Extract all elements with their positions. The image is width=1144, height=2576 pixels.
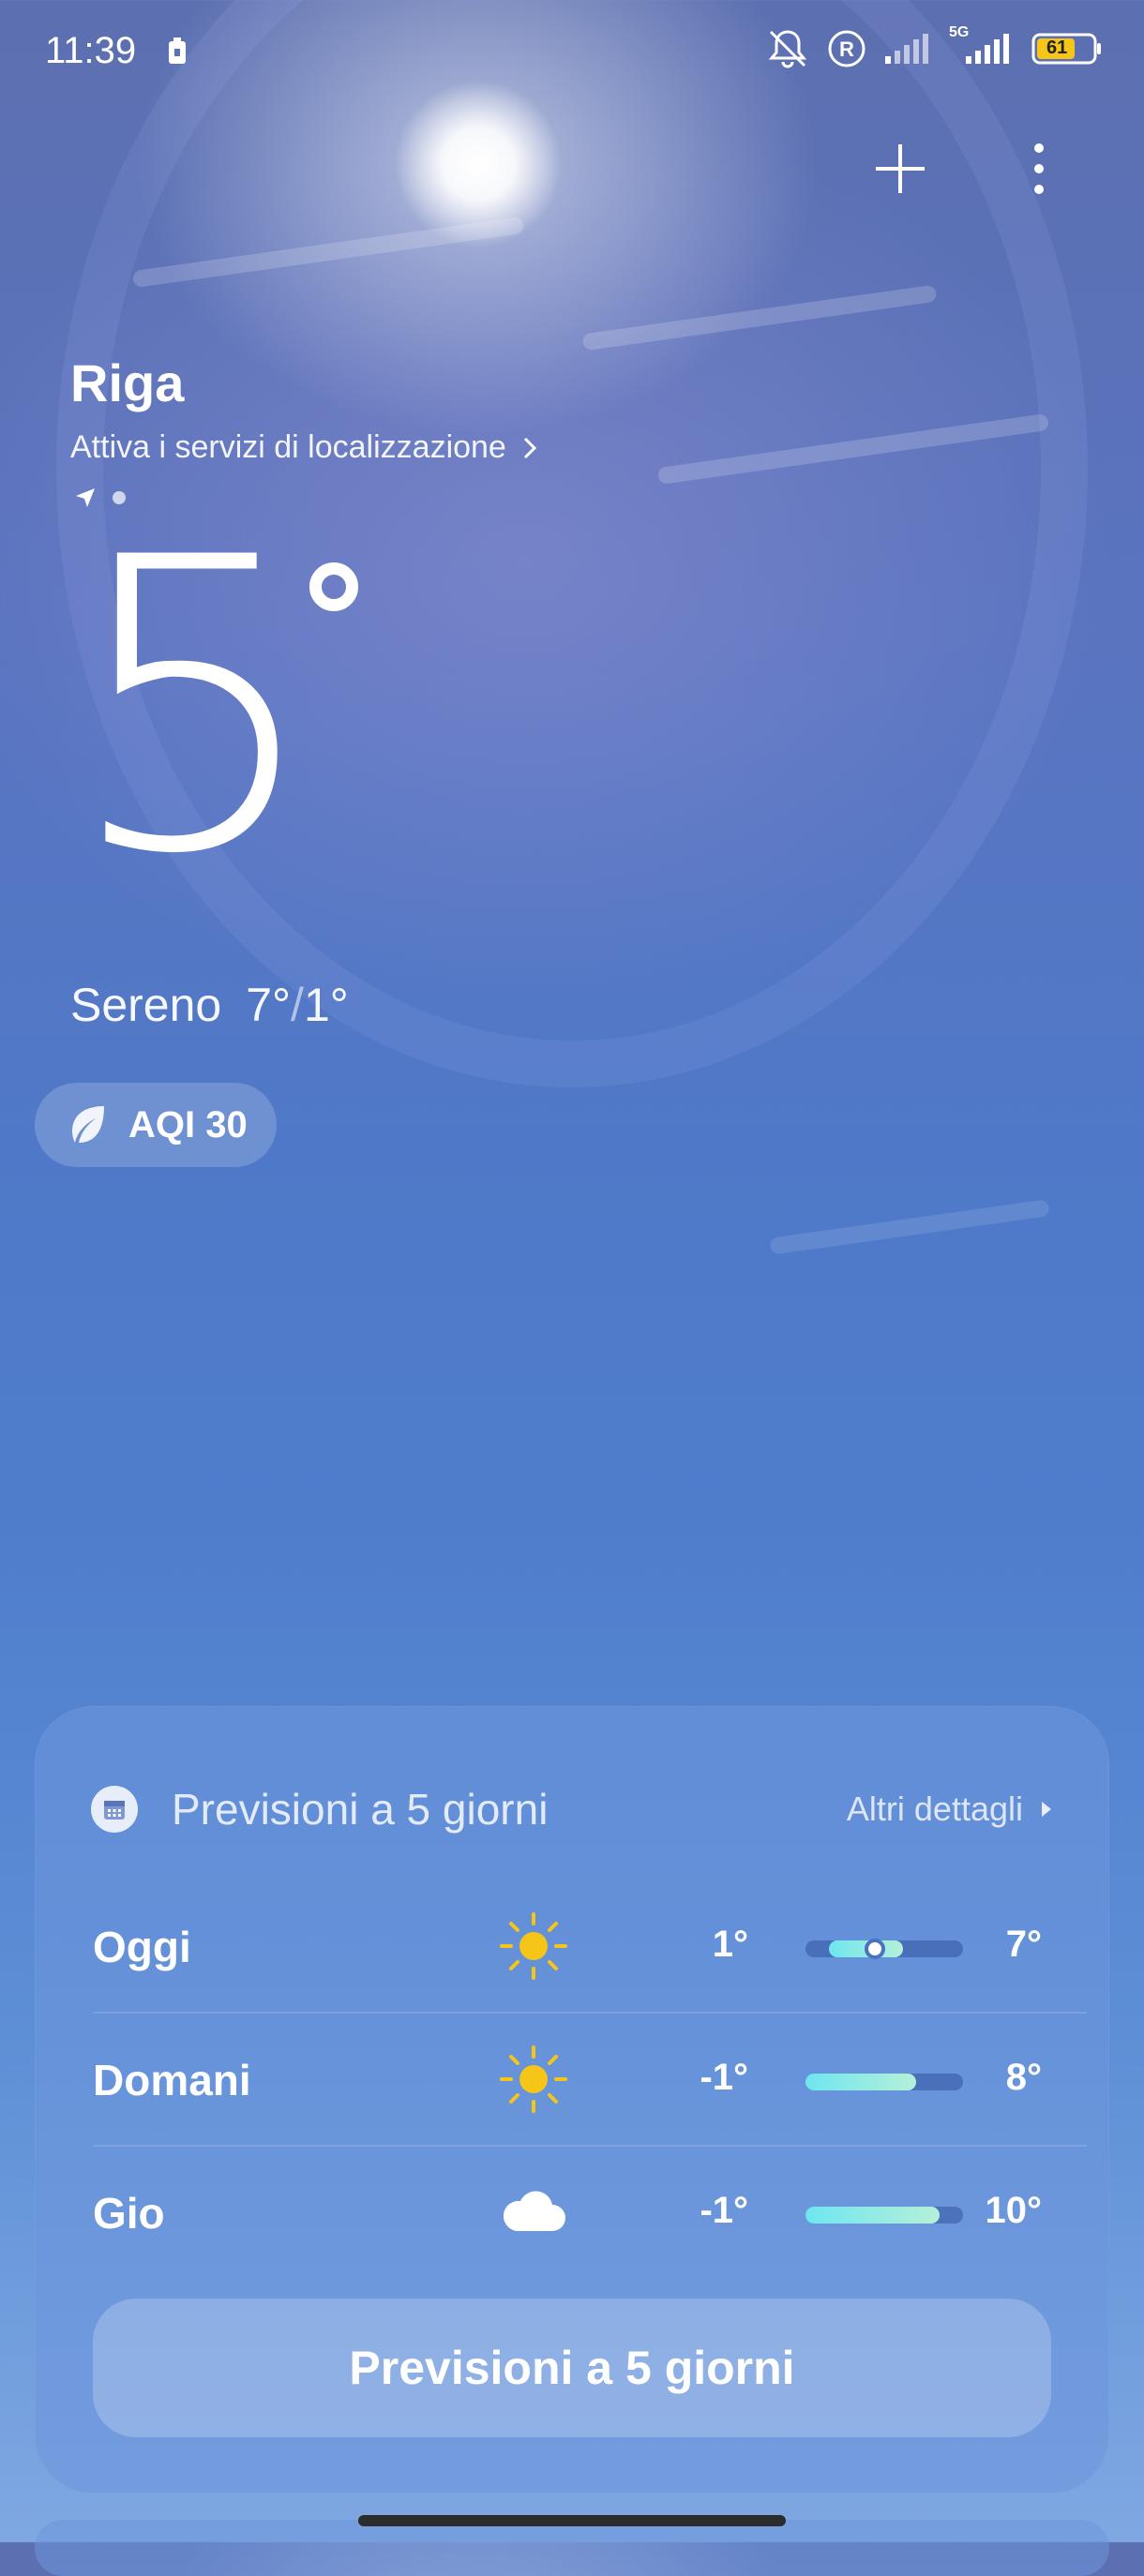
more-details-link[interactable]: Altri dettagli [847, 1790, 1053, 1829]
condition-text: Sereno [70, 979, 222, 1031]
temp-range-bar [805, 1939, 963, 1959]
degree-symbol [309, 562, 358, 611]
current-temperature: 5 [66, 473, 323, 942]
aqi-badge[interactable]: AQI 30 [35, 1083, 277, 1167]
calendar-icon [91, 1786, 138, 1833]
cloud-streak [769, 1199, 1050, 1255]
more-details-label: Altri dettagli [846, 1790, 1023, 1828]
forecast-high: 7° [1005, 1924, 1042, 1965]
registered-icon: R [827, 29, 866, 68]
forecast-row[interactable]: Oggi 1° 7° [93, 1882, 1087, 2014]
forecast-low: -1° [700, 2057, 748, 2098]
condition-line: Sereno 7°/1° [70, 978, 349, 1032]
next-card-peek [35, 2520, 1109, 2576]
status-time: 11:39 [45, 30, 137, 71]
location-services-link[interactable]: Attiva i servizi di localizzazione [70, 429, 538, 466]
triangle-right-icon [1042, 1802, 1051, 1817]
forecast-day: Domani [93, 2056, 251, 2104]
status-bar: 11:39 R 5G 61 [0, 0, 1144, 103]
vertical-dots-icon [1034, 143, 1044, 194]
forecast-title: Previsioni a 5 giorni [172, 1785, 549, 1834]
forecast-row[interactable]: Domani -1° 8° [93, 2015, 1087, 2147]
forecast-day: Gio [93, 2189, 165, 2238]
add-city-button[interactable] [863, 131, 938, 206]
temp-range-fill [805, 2074, 916, 2090]
home-indicator[interactable] [358, 2515, 786, 2526]
battery-icon: 61 [1031, 33, 1103, 65]
forecast-low: -1° [700, 2190, 748, 2231]
sun-icon [500, 1912, 567, 1980]
forecast-card: Previsioni a 5 giorni Altri dettagli Ogg… [35, 1706, 1109, 2494]
mute-icon [765, 28, 810, 69]
city-name: Riga [70, 353, 185, 412]
five-day-forecast-button[interactable]: Previsioni a 5 giorni [93, 2299, 1051, 2437]
svg-text:R: R [839, 37, 854, 61]
plus-icon [876, 144, 925, 193]
temp-range-bar [805, 2074, 963, 2090]
cloud-icon [503, 2191, 565, 2231]
forecast-row[interactable]: Gio -1° 10° [93, 2149, 1053, 2280]
forecast-day: Oggi [93, 1923, 191, 1971]
signal-icon [883, 32, 932, 66]
aqi-label: AQI 30 [128, 1103, 248, 1146]
leaf-icon [72, 1106, 104, 1143]
forecast-low: 1° [712, 1924, 748, 1965]
temp-range-fill [805, 2207, 940, 2224]
location-services-label: Attiva i servizi di localizzazione [70, 429, 506, 465]
row-divider [93, 2012, 1087, 2014]
sun-icon [500, 2045, 567, 2113]
temp-range: 7°/1° [246, 979, 349, 1031]
forecast-high: 8° [1005, 2057, 1042, 2098]
chevron-right-icon [523, 437, 536, 458]
current-temp-marker [864, 1939, 885, 1959]
battery-level: 61 [1046, 37, 1068, 58]
network-type: 5G [949, 24, 970, 40]
signal-5g-icon: 5G [949, 24, 1015, 66]
row-divider [93, 2145, 1087, 2147]
battery-saver-icon [167, 37, 188, 66]
temp-range-bar [805, 2207, 963, 2224]
forecast-header: Previsioni a 5 giorni Altri dettagli [91, 1779, 1053, 1839]
forecast-high: 10° [985, 2190, 1043, 2231]
more-options-button[interactable] [1001, 131, 1076, 206]
